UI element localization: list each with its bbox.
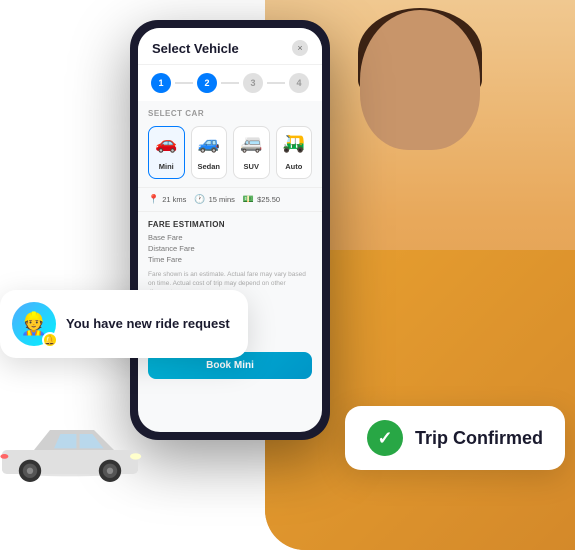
time-fare-label: Time Fare [148,255,182,264]
distance-fare-label: Distance Fare [148,244,195,253]
sedan-car-icon: 🚙 [196,133,223,154]
car-image [0,405,150,500]
fare-title: FARE ESTIMATION [148,220,312,229]
driver-avatar: 👷 🔔 [12,302,56,346]
step-line-3 [267,82,285,84]
base-fare-label: Base Fare [148,233,183,242]
mini-car-icon: 🚗 [153,133,180,154]
mini-car-name: Mini [159,162,174,171]
fare-row-time: Time Fare [148,255,312,264]
price-value: $25.50 [257,195,280,204]
time-icon: 🕐 [194,194,205,205]
close-button[interactable]: × [292,40,308,56]
price-icon: 💵 [243,194,254,205]
avatar-person-icon: 👷 [20,311,47,337]
step-1[interactable]: 1 [151,73,171,93]
car-option-sedan[interactable]: 🚙 Sedan [191,126,228,179]
select-car-label: SELECT CAR [138,101,322,122]
notification-text: You have new ride request [66,316,230,333]
distance-icon: 📍 [148,194,159,205]
suv-car-name: SUV [244,162,259,171]
phone-screen: Select Vehicle × 1 2 3 4 SELECT CAR 🚗 Mi… [138,28,322,432]
phone-mockup: Select Vehicle × 1 2 3 4 SELECT CAR 🚗 Mi… [130,20,330,440]
car-option-auto[interactable]: 🛺 Auto [276,126,313,179]
auto-car-icon: 🛺 [281,133,308,154]
phone-header: Select Vehicle × [138,28,322,65]
trip-time: 🕐 15 mins [194,194,234,205]
head [360,10,480,150]
fare-row-base: Base Fare [148,233,312,242]
auto-car-name: Auto [285,162,302,171]
step-line-1 [175,82,193,84]
trip-confirmed-text: Trip Confirmed [415,428,543,449]
car-options: 🚗 Mini 🚙 Sedan 🚐 SUV 🛺 Auto [138,122,322,187]
ride-request-notification: 👷 🔔 You have new ride request [0,290,248,358]
trip-info-row: 📍 21 kms 🕐 15 mins 💵 $25.50 [138,187,322,212]
phone-title: Select Vehicle [152,41,239,56]
step-2[interactable]: 2 [197,73,217,93]
car-option-mini[interactable]: 🚗 Mini [148,126,185,179]
trip-distance: 📍 21 kms [148,194,186,205]
steps-row: 1 2 3 4 [138,65,322,101]
distance-value: 21 kms [162,195,186,204]
fare-row-distance: Distance Fare [148,244,312,253]
step-line-2 [221,82,239,84]
check-circle-icon: ✓ [367,420,403,456]
step-4[interactable]: 4 [289,73,309,93]
suv-car-icon: 🚐 [238,133,265,154]
trip-price: 💵 $25.50 [243,194,280,205]
step-3[interactable]: 3 [243,73,263,93]
car-option-suv[interactable]: 🚐 SUV [233,126,270,179]
trip-confirmed-card: ✓ Trip Confirmed [345,406,565,470]
sedan-car-name: Sedan [197,162,220,171]
bell-badge: 🔔 [42,332,58,348]
time-value: 15 mins [209,195,235,204]
car-svg [0,405,150,495]
